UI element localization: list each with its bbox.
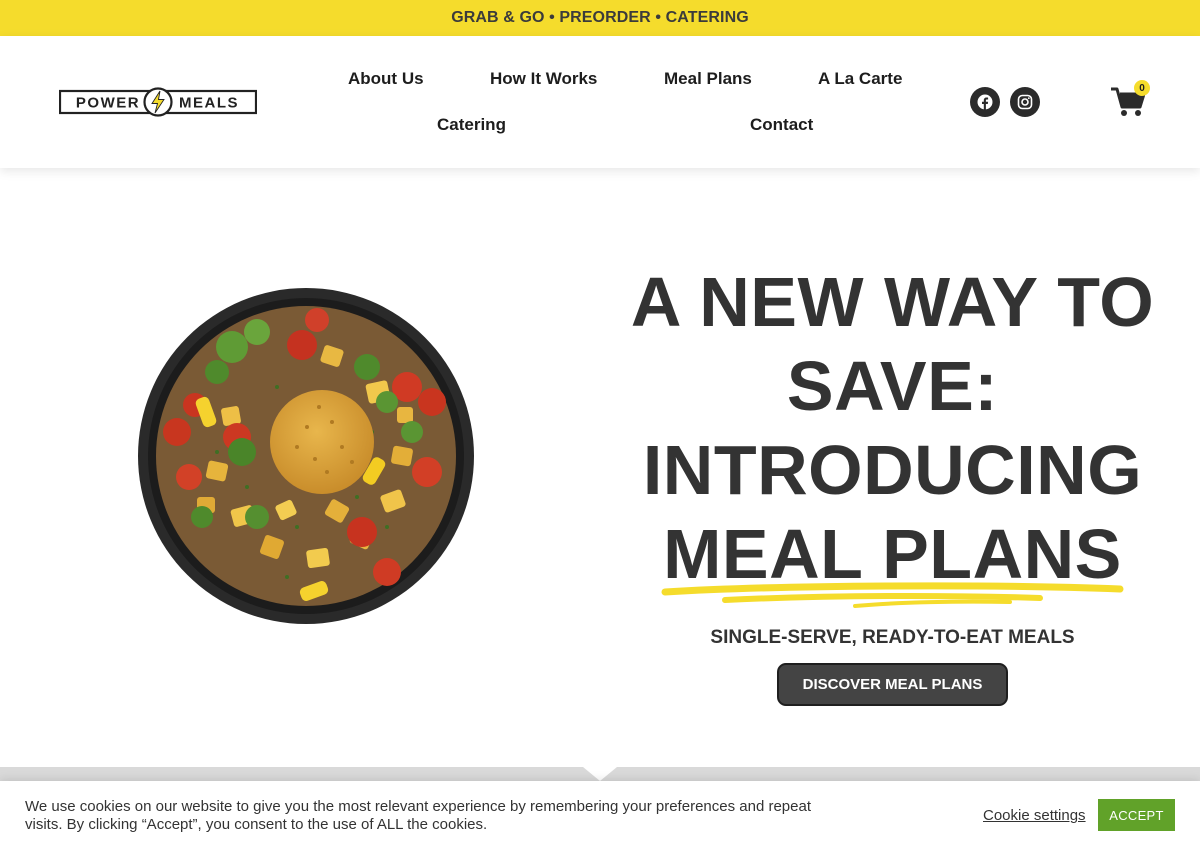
discover-meal-plans-button[interactable]: DISCOVER MEAL PLANS: [777, 663, 1008, 706]
cookie-banner: We use cookies on our website to give yo…: [0, 781, 1200, 850]
facebook-icon: [977, 94, 993, 110]
nav-a-la-carte[interactable]: A La Carte: [818, 69, 902, 89]
instagram-icon: [1017, 94, 1033, 110]
announcement-text: GRAB & GO • PREORDER • CATERING: [451, 9, 749, 26]
facebook-link[interactable]: [970, 87, 1000, 117]
nav-catering[interactable]: Catering: [437, 115, 506, 135]
logo-word-power: POWER: [76, 95, 140, 112]
power-meals-logo[interactable]: POWER MEALS: [59, 87, 257, 117]
highlight-underline: [661, 582, 1124, 608]
meal-bowl-image: [138, 288, 474, 624]
hero-headline-line-2: SAVE:: [786, 347, 999, 425]
cookie-message: We use cookies on our website to give yo…: [25, 798, 811, 833]
nav-contact[interactable]: Contact: [750, 115, 813, 135]
hero-headline-line-1: A NEW WAY TO: [630, 263, 1155, 341]
announcement-bar: GRAB & GO • PREORDER • CATERING: [0, 0, 1200, 36]
accept-cookies-button[interactable]: ACCEPT: [1098, 799, 1175, 831]
hero-headline-line-3: INTRODUCING: [642, 431, 1143, 509]
instagram-link[interactable]: [1010, 87, 1040, 117]
site-header: POWER MEALS About Us How It Works Meal P…: [0, 36, 1200, 168]
divider-notch: [583, 767, 617, 781]
hero-subheading: SINGLE-SERVE, READY-TO-EAT MEALS: [710, 627, 1075, 648]
cookie-settings-link[interactable]: Cookie settings: [983, 807, 1086, 824]
cart-count-badge: 0: [1134, 80, 1150, 96]
hero-section: A NEW WAY TO SAVE: INTRODUCING MEAL PLAN…: [0, 168, 1200, 768]
nav-how-it-works[interactable]: How It Works: [490, 69, 597, 89]
nav-about-us[interactable]: About Us: [348, 69, 424, 89]
nav-meal-plans[interactable]: Meal Plans: [664, 69, 752, 89]
logo-word-meals: MEALS: [179, 95, 239, 112]
